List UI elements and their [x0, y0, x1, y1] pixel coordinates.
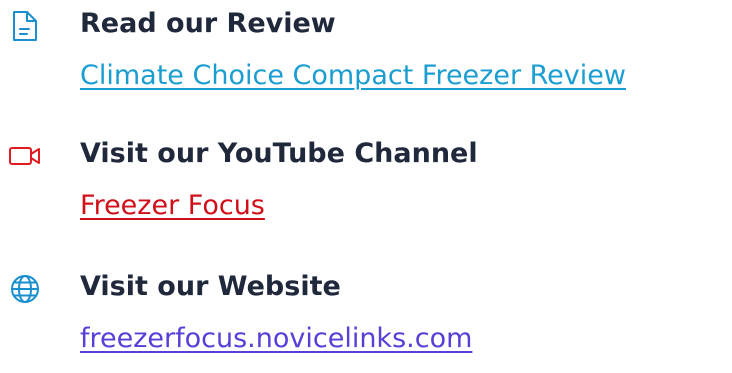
resource-item-review: Read our Review Climate Choice Compact F… [0, 0, 732, 110]
youtube-heading: Visit our YouTube Channel [80, 138, 478, 169]
document-icon [8, 9, 42, 43]
website-link[interactable]: freezerfocus.novicelinks.com [80, 319, 472, 359]
resource-item-website: Visit our Website freezerfocus.novicelin… [0, 263, 732, 373]
website-heading: Visit our Website [80, 271, 341, 302]
resource-item-youtube: Visit our YouTube Channel Freezer Focus [0, 130, 732, 240]
review-heading: Read our Review [80, 8, 336, 39]
video-camera-icon [8, 139, 42, 173]
globe-icon [8, 272, 42, 306]
youtube-channel-link[interactable]: Freezer Focus [80, 186, 265, 226]
review-link[interactable]: Climate Choice Compact Freezer Review [80, 56, 626, 96]
